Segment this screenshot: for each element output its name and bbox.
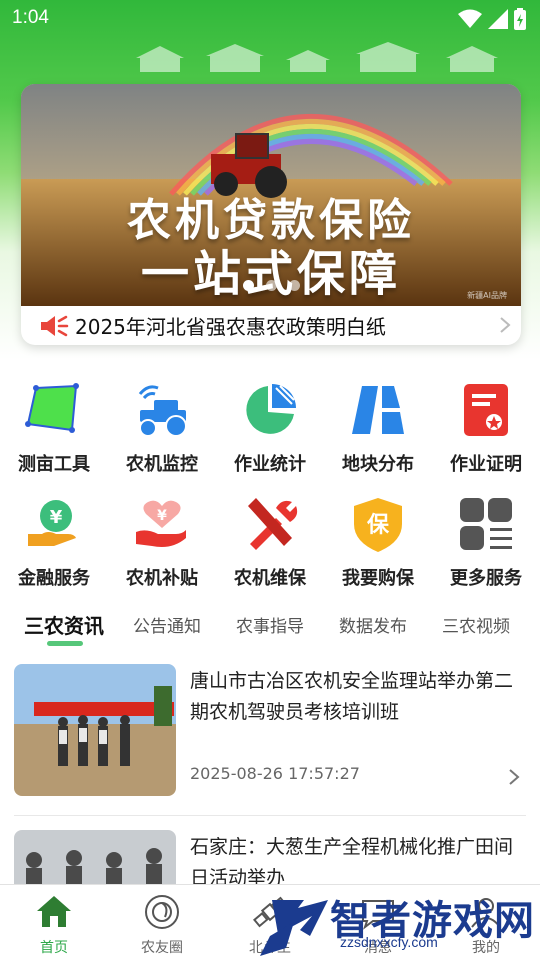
service-label: 地块分布 [342, 454, 414, 475]
service-work-stats[interactable]: 作业统计 [216, 380, 324, 476]
tab-videos[interactable]: 三农视频 [442, 612, 510, 637]
service-label: 金融服务 [18, 568, 90, 589]
tab-announcements[interactable]: 公告通知 [133, 612, 201, 637]
tab-indicator [47, 641, 83, 646]
banner-headline-2: 一站式保障 [140, 246, 401, 302]
tab-farming-guide[interactable]: 农事指导 [236, 612, 304, 637]
service-insurance[interactable]: 保 我要购保 [324, 494, 432, 590]
tab-news[interactable]: 三农资讯 [24, 610, 104, 639]
nav-farmer-circle[interactable]: 农友圈 [108, 893, 216, 957]
notice-text[interactable]: 2025年河北省强农惠农政策明白纸 [75, 311, 386, 340]
watermark-logo-icon [260, 900, 328, 956]
service-label: 更多服务 [450, 568, 522, 589]
service-label: 农机监控 [126, 454, 198, 475]
chevron-right-icon [500, 317, 511, 333]
tractor-signal-icon [138, 385, 187, 437]
wifi-icon [458, 9, 482, 28]
service-repair[interactable]: 农机维保 [216, 494, 324, 590]
service-certificate[interactable]: 作业证明 [432, 380, 540, 476]
carousel-dots [21, 280, 521, 291]
status-time: 1:04 [12, 7, 49, 28]
banner-watermark: 新疆AI品牌 [467, 291, 507, 300]
finance-icon: ¥ [28, 500, 76, 546]
news-item[interactable]: 唐山市古冶区农机安全监理站举办第二期农机驾驶员考核培训班 2025-08-26 … [14, 664, 526, 798]
tab-data-release[interactable]: 数据发布 [339, 612, 407, 637]
more-icon [460, 498, 512, 550]
news-thumbnail[interactable] [14, 664, 176, 796]
repair-icon [248, 498, 298, 550]
service-label: 农机维保 [234, 568, 306, 589]
battery-icon [514, 8, 526, 30]
watermark-url: zzsdnxxcfy.com [340, 934, 438, 950]
certificate-icon [464, 384, 508, 436]
insurance-icon: 保 [354, 498, 402, 552]
service-label: 作业统计 [234, 454, 306, 475]
cellular-signal-icon [488, 9, 508, 29]
measure-icon [25, 383, 79, 433]
svg-text:¥: ¥ [50, 507, 63, 528]
service-subsidy[interactable]: ¥ 农机补贴 [108, 494, 216, 590]
subsidy-icon: ¥ [136, 500, 186, 547]
service-finance[interactable]: ¥ 金融服务 [0, 494, 108, 590]
service-label: 作业证明 [450, 454, 522, 475]
news-item[interactable]: 石家庄：大葱生产全程机械化推广田间日活动举办 [14, 830, 526, 884]
service-measure[interactable]: 测亩工具 [0, 380, 108, 476]
service-label: 我要购保 [342, 568, 414, 589]
banner-carousel[interactable]: 农机贷款保险 一站式保障 新疆AI品牌 2025年河北省强农惠农政策明白纸 [21, 84, 521, 345]
nav-home[interactable]: 首页 [0, 893, 108, 957]
service-tractor-monitor[interactable]: 农机监控 [108, 380, 216, 476]
notice-bar[interactable]: 2025年河北省强农惠农政策明白纸 [21, 306, 521, 345]
speaker-icon [41, 315, 69, 336]
news-title[interactable]: 石家庄：大葱生产全程机械化推广田间日活动举办 [190, 832, 520, 884]
carousel-dot[interactable] [265, 280, 277, 291]
pie-chart-icon [246, 384, 296, 434]
news-photo [14, 830, 176, 884]
circle-icon [145, 895, 179, 929]
service-label: 农机补贴 [126, 568, 198, 589]
nav-label: 农友圈 [141, 940, 183, 956]
status-icons [458, 8, 526, 30]
svg-text:¥: ¥ [157, 508, 167, 524]
news-title[interactable]: 唐山市古冶区农机安全监理站举办第二期农机驾驶员考核培训班 [190, 666, 520, 728]
banner-image[interactable]: 农机贷款保险 一站式保障 新疆AI品牌 [21, 84, 521, 306]
news-date: 2025-08-26 17:57:27 [190, 764, 360, 783]
field-map-icon [352, 386, 404, 434]
status-bar: 1:04 [0, 0, 540, 38]
news-divider [14, 815, 526, 816]
service-label: 测亩工具 [18, 454, 90, 475]
news-photo [14, 664, 176, 796]
home-icon [37, 896, 71, 927]
site-watermark: 智者游戏网 zzsdnxxcfy.com [250, 886, 540, 960]
service-more[interactable]: 更多服务 [432, 494, 540, 590]
village-illustration [136, 42, 498, 72]
news-thumbnail[interactable] [14, 830, 176, 884]
carousel-dot[interactable] [288, 280, 300, 291]
svg-text:保: 保 [366, 513, 390, 538]
chevron-right-icon [509, 769, 520, 785]
nav-label: 首页 [40, 940, 68, 956]
carousel-dot[interactable] [242, 280, 254, 291]
service-field-map[interactable]: 地块分布 [324, 380, 432, 476]
